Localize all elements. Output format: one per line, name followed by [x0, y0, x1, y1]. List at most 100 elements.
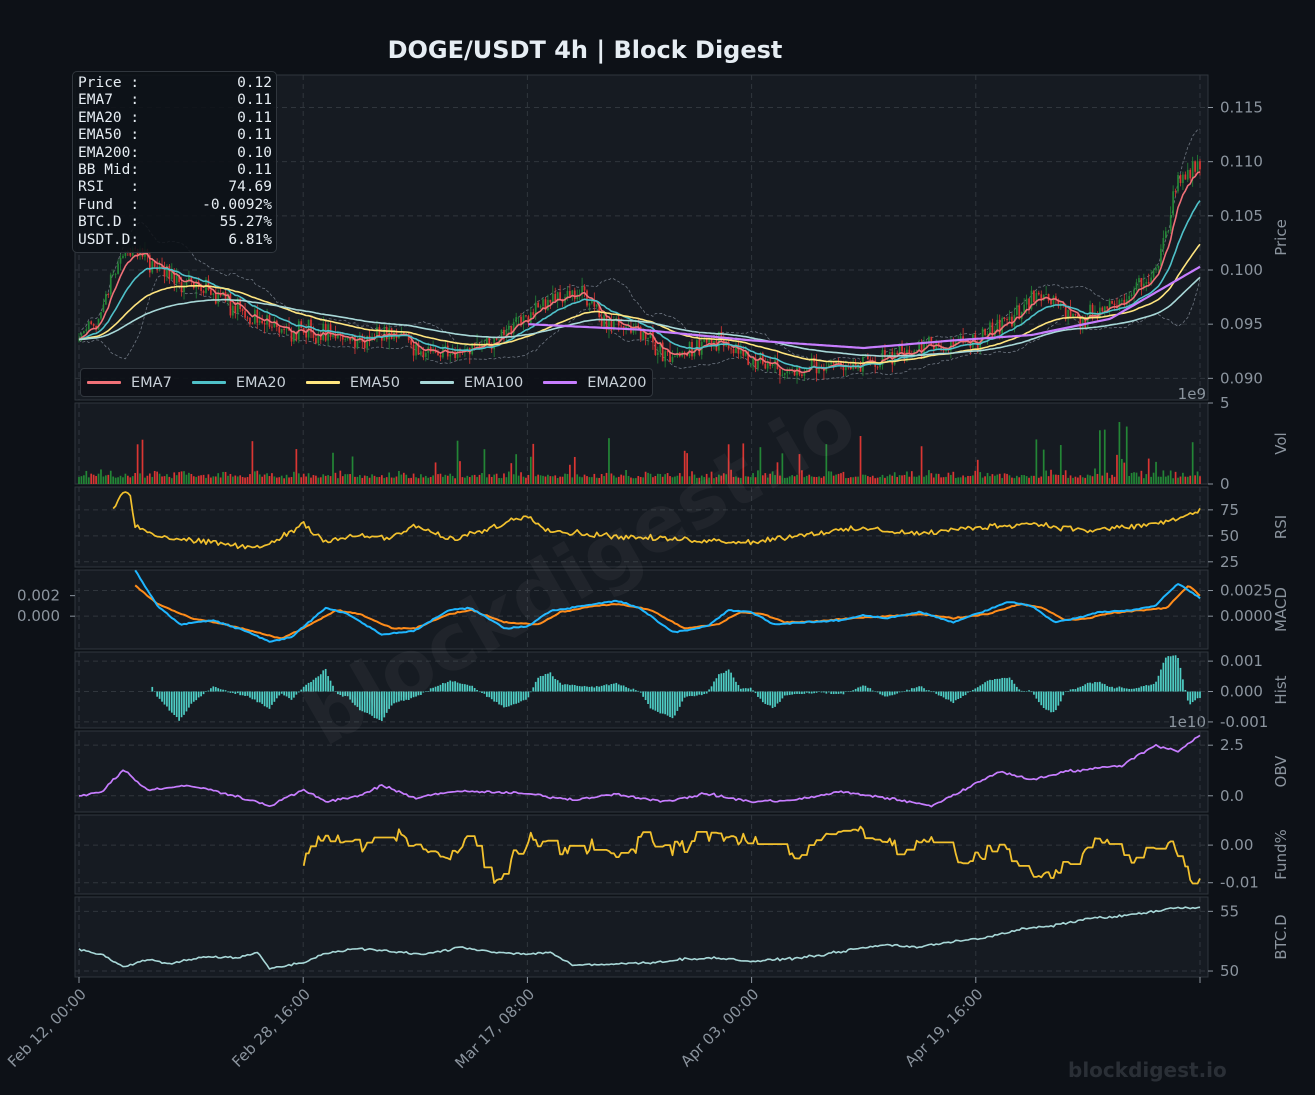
histogram-bar [730, 672, 732, 692]
y-tick-label: 2.5 [1220, 736, 1244, 754]
candle-body [200, 286, 202, 291]
histogram-bar [610, 684, 613, 692]
candle-body [1152, 270, 1155, 278]
histogram-bar [476, 689, 478, 692]
volume-bar [214, 476, 217, 484]
histogram-bar [871, 690, 874, 692]
histogram-bar [835, 691, 837, 694]
candle-body [175, 274, 178, 284]
candle-body [107, 293, 110, 295]
histogram-bar [1079, 686, 1082, 692]
volume-bar [845, 478, 847, 484]
legend-item: EMA50 [304, 375, 400, 391]
histogram-bar [192, 691, 195, 702]
volume-bar [1174, 471, 1177, 484]
histogram-bar [1037, 691, 1040, 703]
y-tick-label: 0.095 [1220, 315, 1263, 333]
volume-bar [322, 474, 325, 484]
histogram-bar [1103, 684, 1106, 692]
histogram-bar [503, 691, 505, 708]
histogram-bar [798, 691, 801, 694]
histogram-bar [1035, 691, 1038, 699]
candle-body [344, 339, 347, 340]
volume-bar [503, 473, 505, 484]
volume-bar [520, 472, 522, 484]
volume-bar [928, 470, 930, 484]
volume-bar [429, 476, 432, 484]
candle-body [114, 273, 117, 275]
volume-bar [869, 477, 872, 484]
histogram-bar [495, 691, 498, 702]
info-value: 74.69 [228, 179, 272, 196]
histogram-bar [1086, 682, 1089, 692]
candle-body [246, 317, 249, 319]
candle-body [322, 323, 325, 340]
candle-body [569, 291, 571, 297]
y-axis-label: Vol [1272, 432, 1290, 454]
histogram-bar [520, 691, 522, 702]
volume-bar [234, 475, 237, 484]
volume-bar [832, 475, 835, 484]
candle-body [507, 325, 510, 330]
histogram-bar [1018, 689, 1021, 692]
volume-bar [1040, 476, 1043, 484]
histogram-bar [620, 685, 623, 692]
volume-bar [195, 476, 198, 484]
volume-bar [1186, 476, 1189, 484]
histogram-bar [691, 691, 693, 697]
volume-bar [610, 473, 613, 484]
legend-swatch [419, 381, 454, 384]
candle-body [83, 331, 85, 334]
volume-bar [881, 474, 884, 484]
histogram-bar [178, 691, 180, 721]
histogram-bar [1152, 683, 1155, 692]
info-row: BB Mid: 0.11 [78, 162, 272, 179]
legend-label: EMA50 [349, 374, 400, 391]
volume-bar [884, 477, 886, 484]
volume-bar [144, 477, 146, 484]
volume-bar [185, 474, 188, 484]
volume-bar [864, 474, 867, 484]
legend-item: EMA7 [85, 375, 172, 391]
candle-body [674, 356, 676, 358]
histogram-bar [517, 691, 520, 703]
candle-body [989, 322, 991, 334]
y-tick-label: 0.115 [1220, 99, 1263, 117]
volume-bar [1030, 475, 1033, 484]
candle-body [1033, 290, 1035, 303]
histogram-bar [937, 691, 940, 696]
info-label: USDT.D: [78, 231, 140, 248]
volume-bar [273, 476, 276, 484]
histogram-bar [498, 691, 500, 705]
histogram-bar [727, 669, 730, 692]
volume-bar [376, 477, 378, 484]
histogram-bar [486, 691, 488, 697]
histogram-bar [998, 678, 1001, 692]
legend-label: EMA100 [463, 374, 524, 391]
histogram-bar [708, 689, 710, 692]
volume-bar [954, 477, 957, 484]
histogram-bar [180, 691, 183, 718]
histogram-bar [1001, 677, 1004, 692]
candle-body [1037, 292, 1040, 295]
histogram-bar [735, 681, 737, 692]
volume-bar [559, 476, 561, 484]
y-axis-label: Fund% [1272, 829, 1290, 880]
histogram-bar [202, 691, 205, 695]
info-label: EMA50 : [78, 127, 140, 144]
volume-bar [981, 477, 984, 484]
candle-body [996, 319, 999, 331]
candle-body [1074, 313, 1077, 315]
histogram-bar [854, 688, 857, 692]
histogram-bar [549, 672, 552, 692]
volume-bar [95, 475, 97, 484]
histogram-bar [613, 683, 615, 692]
candle-body [1050, 300, 1052, 305]
histogram-bar [901, 691, 903, 693]
histogram-bar [1081, 685, 1084, 692]
volume-bar [473, 474, 476, 484]
histogram-bar [761, 691, 764, 703]
histogram-bar [1030, 691, 1033, 693]
histogram-bar [1062, 691, 1065, 696]
candle-body [100, 312, 102, 319]
